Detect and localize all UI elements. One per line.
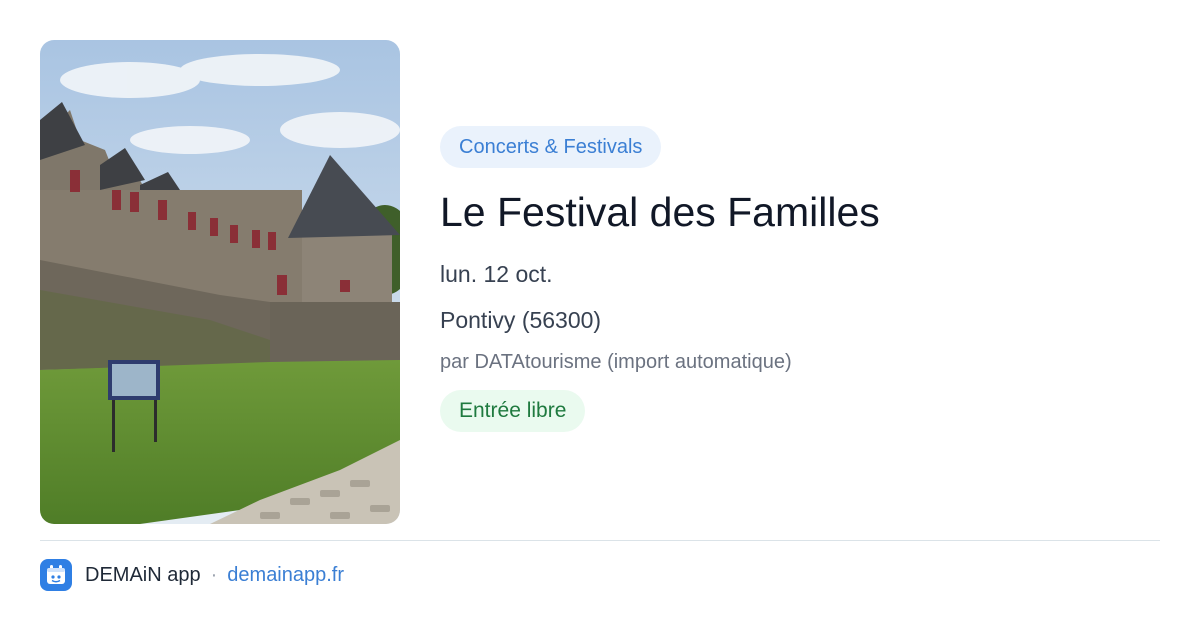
event-title: Le Festival des Familles <box>440 189 880 235</box>
price-badge: Entrée libre <box>440 390 586 432</box>
category-badge[interactable]: Concerts & Festivals <box>440 126 662 168</box>
app-link[interactable]: demainapp.fr <box>227 564 344 587</box>
footer-separator: · <box>210 563 218 586</box>
event-photo <box>40 40 400 524</box>
event-location: Pontivy (56300) <box>440 307 602 333</box>
event-date: lun. 12 oct. <box>440 261 553 287</box>
demain-calendar-icon <box>40 559 72 591</box>
event-source: par DATAtourisme (import automatique) <box>440 351 792 373</box>
event-info: Concerts & Festivals Le Festival des Fam… <box>440 126 1160 432</box>
footer-divider <box>40 540 1160 541</box>
app-name: DEMAiN app <box>85 563 201 586</box>
castle-photo <box>40 40 400 524</box>
footer: DEMAiN app · demainapp.fr <box>40 558 344 592</box>
